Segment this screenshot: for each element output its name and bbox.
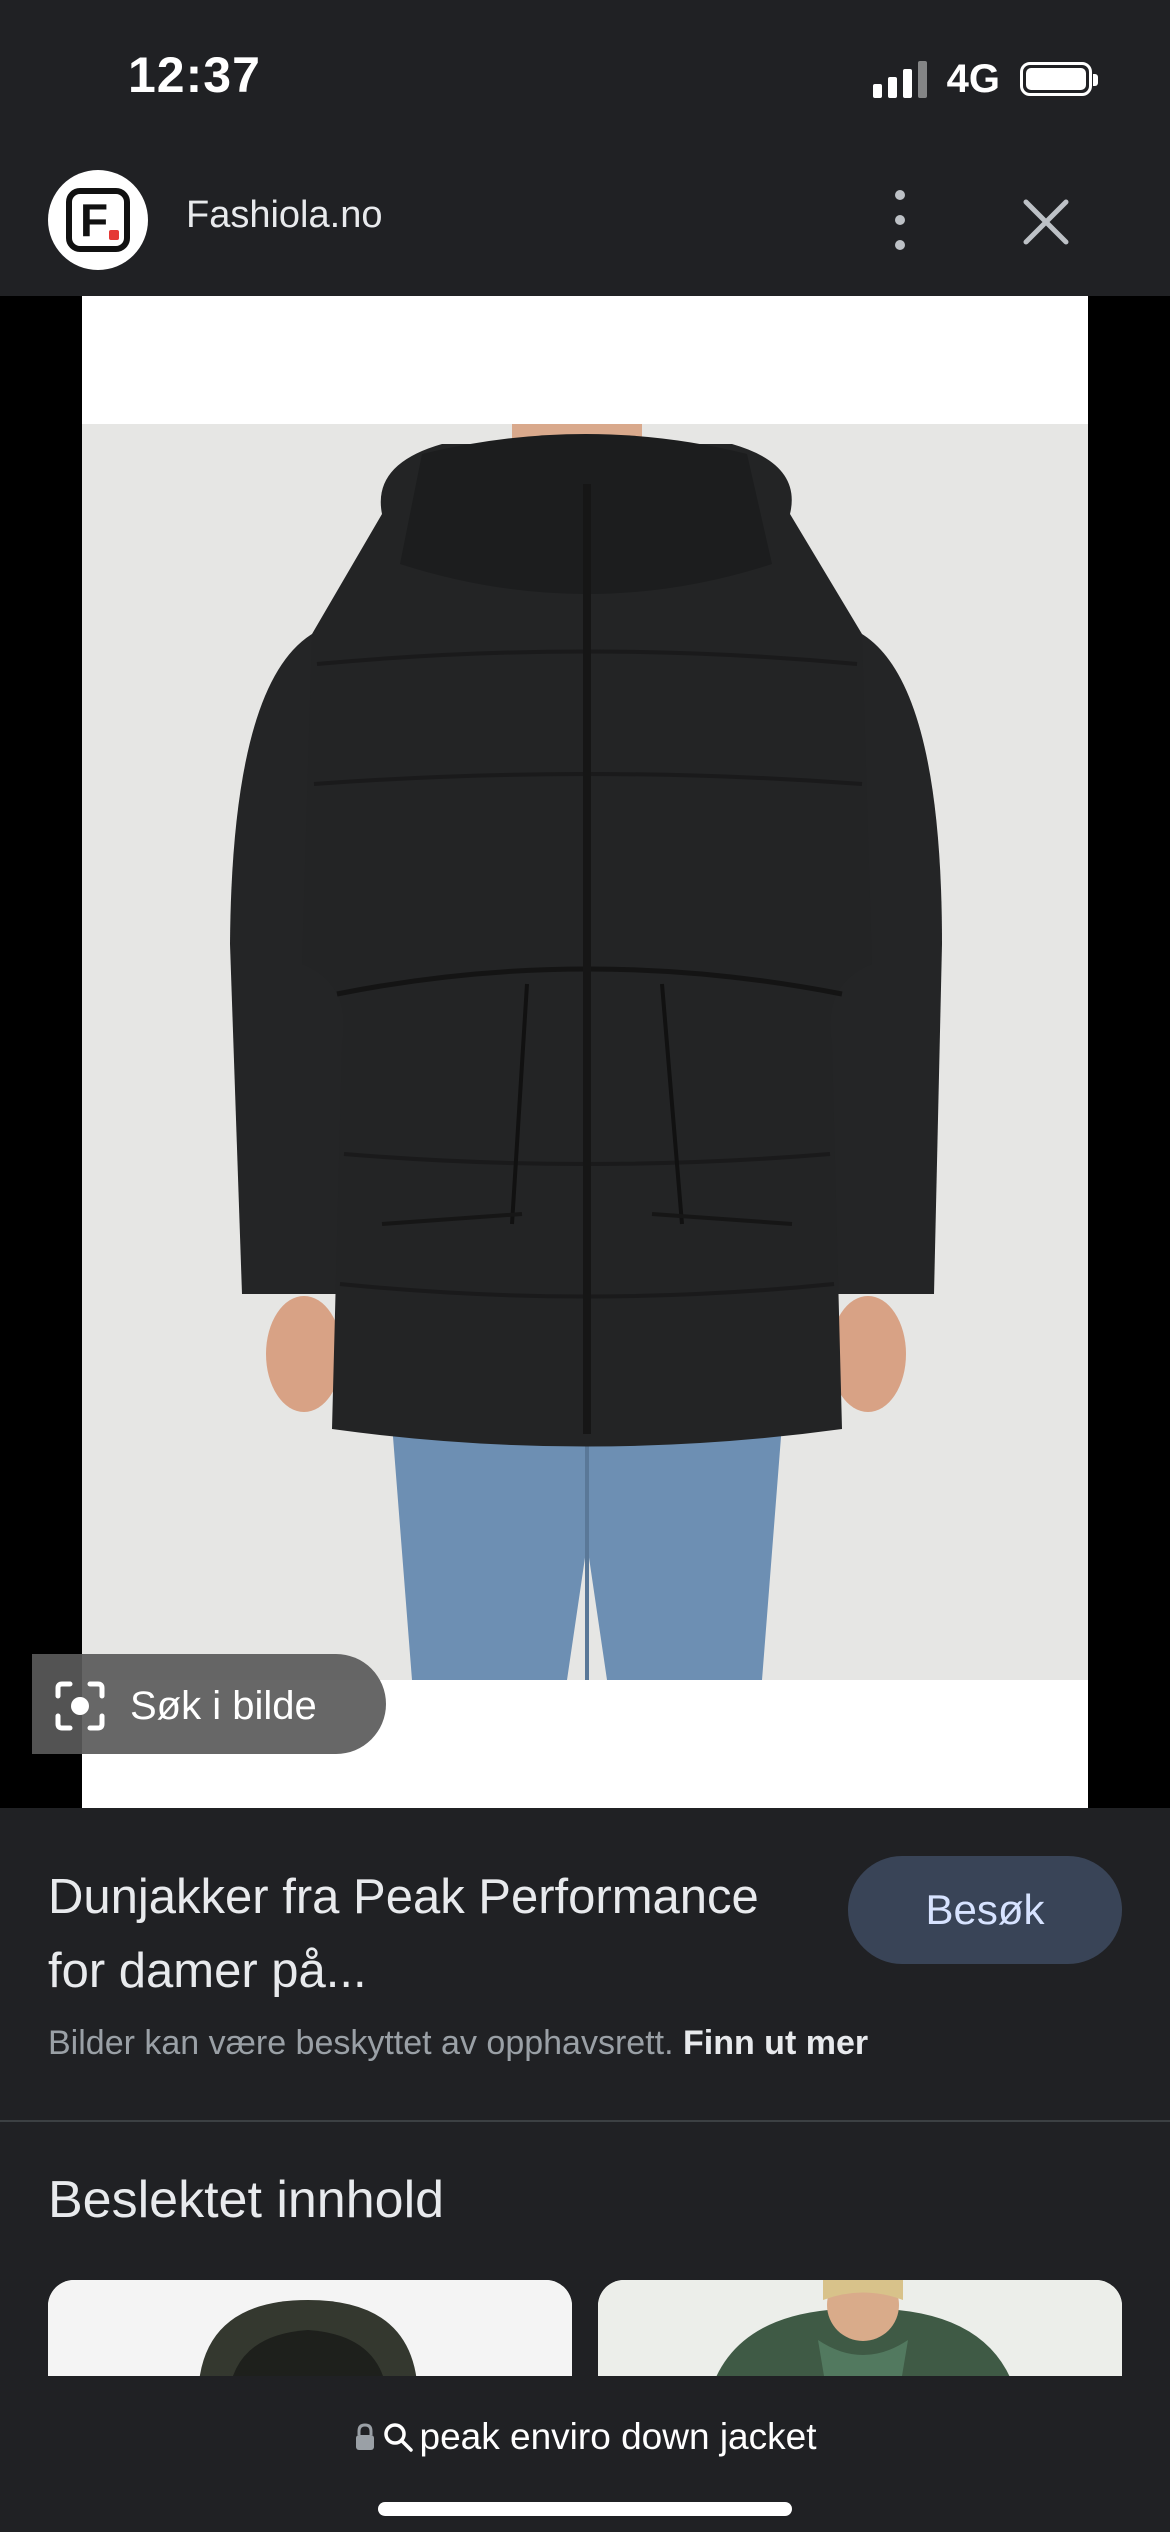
search-in-image-label[interactable]: Søk i bilde: [130, 1680, 317, 1732]
image-frame: [82, 296, 1088, 1808]
status-time: 12:37: [128, 47, 261, 103]
close-icon[interactable]: [1020, 196, 1072, 248]
home-indicator[interactable]: [378, 2502, 792, 2516]
google-lens-icon[interactable]: [54, 1680, 106, 1732]
related-content-heading: Beslektet innhold: [48, 2171, 445, 2229]
copyright-text: Bilder kan være beskyttet av opphavsrett…: [48, 2024, 674, 2062]
down-jacket-image: [230, 424, 942, 1680]
status-indicators: 4G: [872, 54, 1098, 104]
browser-address-bar: peak enviro down jacket: [0, 2376, 1170, 2532]
image-preview-area: Søk i bilde: [0, 296, 1170, 1808]
site-name[interactable]: Fashiola.no: [186, 194, 382, 237]
cellular-signal-icon: [872, 60, 927, 98]
more-options-icon[interactable]: [880, 190, 920, 250]
battery-icon: [1020, 62, 1098, 96]
site-header: F Fashiola.no: [0, 150, 1170, 296]
url-text[interactable]: peak enviro down jacket: [420, 2416, 817, 2458]
status-bar: 12:37 4G: [0, 0, 1170, 150]
learn-more-link[interactable]: Finn ut mer: [683, 2024, 868, 2062]
search-icon: [383, 2423, 413, 2452]
section-divider: [0, 2120, 1170, 2122]
result-info: Dunjakker fra Peak Performance for damer…: [0, 1808, 1170, 2120]
lock-icon: [355, 2423, 374, 2450]
network-type: 4G: [946, 56, 1000, 101]
url-row[interactable]: peak enviro down jacket: [0, 2416, 1170, 2458]
site-favicon-icon: F: [48, 170, 148, 270]
visit-button[interactable]: Besøk: [848, 1856, 1122, 1964]
product-photo[interactable]: [82, 424, 1088, 1680]
result-title[interactable]: Dunjakker fra Peak Performance for damer…: [48, 1860, 788, 2008]
copyright-notice: Bilder kan være beskyttet av opphavsrett…: [48, 2024, 868, 2063]
